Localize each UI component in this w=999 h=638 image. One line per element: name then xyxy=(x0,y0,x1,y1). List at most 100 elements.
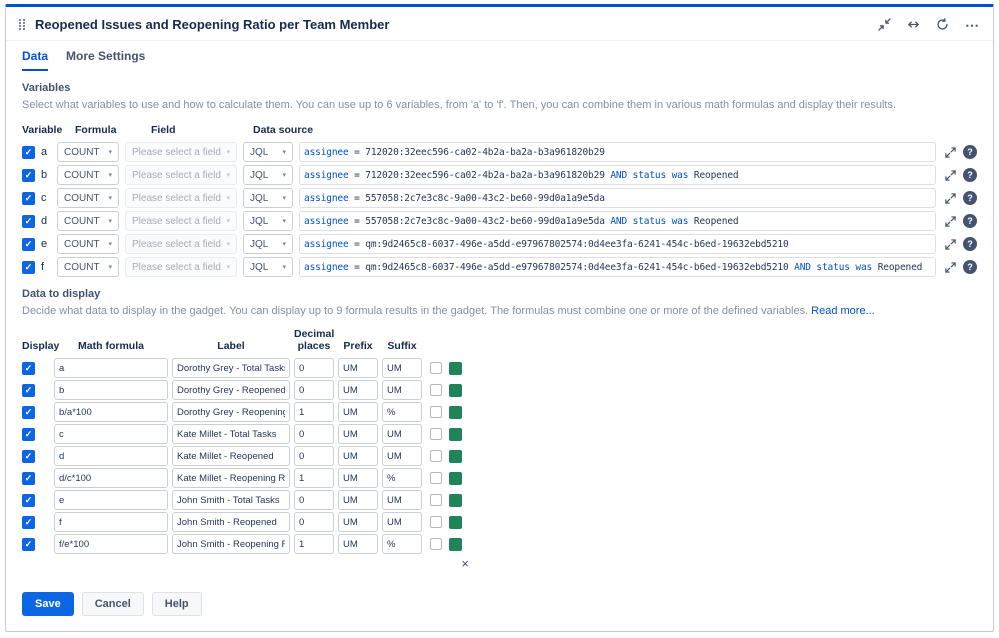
expand-jql-icon[interactable] xyxy=(942,216,958,227)
math-formula-input[interactable] xyxy=(54,468,168,488)
prefix-input[interactable] xyxy=(338,468,378,488)
formula-select[interactable]: COUNT▾ xyxy=(57,165,119,185)
refresh-icon[interactable] xyxy=(936,18,949,31)
suffix-input[interactable] xyxy=(382,446,422,466)
color-option-checkbox[interactable] xyxy=(430,428,442,440)
color-swatch[interactable] xyxy=(449,362,462,375)
help-icon[interactable]: ? xyxy=(963,260,977,274)
math-formula-input[interactable] xyxy=(54,402,168,422)
jql-query-input[interactable]: assignee = qm:9d2465c8-6037-496e-a5dd-e9… xyxy=(299,234,936,254)
expand-width-icon[interactable] xyxy=(907,18,920,31)
variable-enabled-checkbox[interactable] xyxy=(22,261,35,274)
color-swatch[interactable] xyxy=(449,384,462,397)
decimal-places-input[interactable] xyxy=(294,512,334,532)
expand-jql-icon[interactable] xyxy=(942,239,958,250)
prefix-input[interactable] xyxy=(338,512,378,532)
color-option-checkbox[interactable] xyxy=(430,516,442,528)
color-swatch[interactable] xyxy=(449,428,462,441)
formula-select[interactable]: COUNT▾ xyxy=(57,142,119,162)
suffix-input[interactable] xyxy=(382,358,422,378)
display-enabled-checkbox[interactable] xyxy=(22,406,35,419)
tab-more-settings[interactable]: More Settings xyxy=(66,49,145,71)
prefix-input[interactable] xyxy=(338,358,378,378)
math-formula-input[interactable] xyxy=(54,490,168,510)
variable-enabled-checkbox[interactable] xyxy=(22,215,35,228)
prefix-input[interactable] xyxy=(338,490,378,510)
help-icon[interactable]: ? xyxy=(963,191,977,205)
color-option-checkbox[interactable] xyxy=(430,472,442,484)
variable-enabled-checkbox[interactable] xyxy=(22,146,35,159)
display-enabled-checkbox[interactable] xyxy=(22,384,35,397)
datasource-select[interactable]: JQL▾ xyxy=(243,142,293,162)
color-swatch[interactable] xyxy=(449,450,462,463)
math-formula-input[interactable] xyxy=(54,380,168,400)
color-swatch[interactable] xyxy=(449,494,462,507)
display-enabled-checkbox[interactable] xyxy=(22,450,35,463)
suffix-input[interactable] xyxy=(382,402,422,422)
color-swatch[interactable] xyxy=(449,472,462,485)
suffix-input[interactable] xyxy=(382,534,422,554)
expand-jql-icon[interactable] xyxy=(942,262,958,273)
help-button[interactable]: Help xyxy=(152,592,202,616)
formula-select[interactable]: COUNT▾ xyxy=(57,211,119,231)
jql-query-input[interactable]: assignee = 557058:2c7e3c8c-9a00-43c2-be6… xyxy=(299,188,936,208)
formula-select[interactable]: COUNT▾ xyxy=(57,234,119,254)
help-icon[interactable]: ? xyxy=(963,237,977,251)
prefix-input[interactable] xyxy=(338,446,378,466)
suffix-input[interactable] xyxy=(382,424,422,444)
save-button[interactable]: Save xyxy=(22,592,74,616)
math-formula-input[interactable] xyxy=(54,358,168,378)
jql-query-input[interactable]: assignee = 557058:2c7e3c8c-9a00-43c2-be6… xyxy=(299,211,936,231)
formula-select[interactable]: COUNT▾ xyxy=(57,257,119,277)
label-input[interactable] xyxy=(172,380,290,400)
label-input[interactable] xyxy=(172,468,290,488)
label-input[interactable] xyxy=(172,512,290,532)
display-enabled-checkbox[interactable] xyxy=(22,538,35,551)
label-input[interactable] xyxy=(172,358,290,378)
color-option-checkbox[interactable] xyxy=(430,362,442,374)
help-icon[interactable]: ? xyxy=(963,214,977,228)
label-input[interactable] xyxy=(172,534,290,554)
display-enabled-checkbox[interactable] xyxy=(22,472,35,485)
display-enabled-checkbox[interactable] xyxy=(22,362,35,375)
jql-query-input[interactable]: assignee = 712020:32eec596-ca02-4b2a-ba2… xyxy=(299,142,936,162)
color-swatch[interactable] xyxy=(449,538,462,551)
math-formula-input[interactable] xyxy=(54,512,168,532)
decimal-places-input[interactable] xyxy=(294,358,334,378)
variable-enabled-checkbox[interactable] xyxy=(22,238,35,251)
decimal-places-input[interactable] xyxy=(294,534,334,554)
suffix-input[interactable] xyxy=(382,512,422,532)
suffix-input[interactable] xyxy=(382,380,422,400)
datasource-select[interactable]: JQL▾ xyxy=(243,234,293,254)
label-input[interactable] xyxy=(172,424,290,444)
formula-select[interactable]: COUNT▾ xyxy=(57,188,119,208)
cancel-button[interactable]: Cancel xyxy=(82,592,144,616)
prefix-input[interactable] xyxy=(338,534,378,554)
datasource-select[interactable]: JQL▾ xyxy=(243,188,293,208)
expand-jql-icon[interactable] xyxy=(942,170,958,181)
more-options-icon[interactable]: ⋯ xyxy=(965,18,979,32)
color-option-checkbox[interactable] xyxy=(430,450,442,462)
label-input[interactable] xyxy=(172,402,290,422)
prefix-input[interactable] xyxy=(338,424,378,444)
display-enabled-checkbox[interactable] xyxy=(22,428,35,441)
datasource-select[interactable]: JQL▾ xyxy=(243,211,293,231)
expand-jql-icon[interactable] xyxy=(942,147,958,158)
decimal-places-input[interactable] xyxy=(294,424,334,444)
tab-data[interactable]: Data xyxy=(22,49,48,71)
variable-enabled-checkbox[interactable] xyxy=(22,192,35,205)
jql-query-input[interactable]: assignee = 712020:32eec596-ca02-4b2a-ba2… xyxy=(299,165,936,185)
label-input[interactable] xyxy=(172,446,290,466)
suffix-input[interactable] xyxy=(382,468,422,488)
color-option-checkbox[interactable] xyxy=(430,494,442,506)
drag-handle-icon[interactable] xyxy=(18,18,26,31)
suffix-input[interactable] xyxy=(382,490,422,510)
decimal-places-input[interactable] xyxy=(294,380,334,400)
exit-fullscreen-icon[interactable] xyxy=(878,18,891,31)
datasource-select[interactable]: JQL▾ xyxy=(243,257,293,277)
decimal-places-input[interactable] xyxy=(294,402,334,422)
jql-query-input[interactable]: assignee = qm:9d2465c8-6037-496e-a5dd-e9… xyxy=(299,257,936,277)
color-option-checkbox[interactable] xyxy=(430,384,442,396)
read-more-link[interactable]: Read more... xyxy=(811,305,875,317)
color-swatch[interactable] xyxy=(449,406,462,419)
